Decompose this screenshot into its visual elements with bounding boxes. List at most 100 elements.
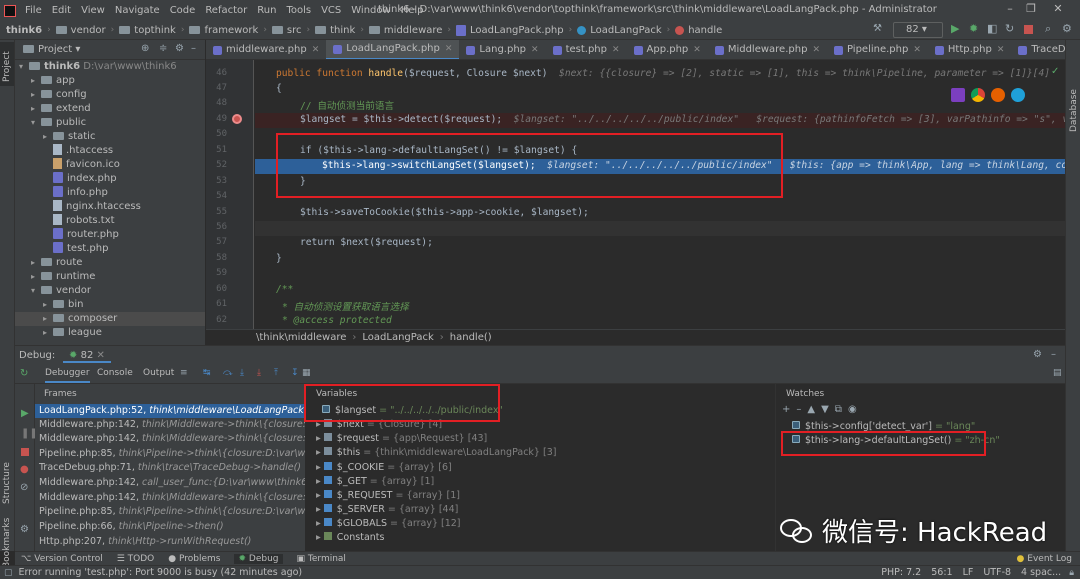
- variable-row[interactable]: ▸ $_REQUEST = {array} [1]: [316, 489, 460, 503]
- step-over-icon[interactable]: ⤼: [223, 368, 233, 378]
- mute-breakpoints-icon[interactable]: ⊘: [20, 482, 28, 493]
- tool-todo[interactable]: ☰ TODO: [117, 554, 155, 564]
- frame-row[interactable]: Middleware.php:142, call_user_func:{D:\v…: [39, 476, 305, 490]
- gear-icon[interactable]: ⚙: [175, 43, 184, 54]
- tree-item[interactable]: ▾ vendor: [31, 284, 91, 298]
- restore-layout-icon[interactable]: ▤: [1053, 368, 1062, 378]
- nav-crumb-topthink[interactable]: topthink: [134, 25, 176, 36]
- nav-crumb-think[interactable]: think: [330, 25, 355, 36]
- menu-navigate[interactable]: Navigate: [110, 5, 165, 16]
- tree-item[interactable]: ▸ static: [43, 130, 95, 144]
- tree-item[interactable]: nginx.htaccess: [53, 200, 141, 214]
- variable-row[interactable]: ▸ $_GET = {array} [1]: [316, 475, 434, 489]
- frame-row[interactable]: Pipeline.php:66, think\Pipeline->then(): [39, 520, 224, 534]
- tree-item[interactable]: info.php: [53, 186, 108, 200]
- nav-crumb-root[interactable]: think6: [6, 25, 42, 36]
- status-icon[interactable]: ▢: [4, 568, 13, 578]
- force-step-into-icon[interactable]: ⤓: [257, 368, 261, 378]
- nav-crumb-framework[interactable]: framework: [204, 25, 258, 36]
- layout-icon[interactable]: ≡: [180, 368, 188, 378]
- variable-row[interactable]: ▸ $request = {app\Request} [43]: [316, 432, 487, 446]
- move-down-icon[interactable]: ▼: [821, 404, 835, 415]
- debug-icon[interactable]: ✹: [969, 22, 978, 35]
- add-watch-icon[interactable]: +: [782, 404, 796, 415]
- hide-icon[interactable]: –: [1051, 349, 1056, 360]
- tree-item[interactable]: ▸ route: [31, 256, 82, 270]
- collapse-icon[interactable]: ≑: [159, 43, 167, 54]
- coverage-icon[interactable]: ◧: [987, 22, 997, 35]
- tab-tracedebug-php[interactable]: TraceDebug.php✕: [1011, 40, 1065, 59]
- tab-loadlangpack-php[interactable]: LoadLangPack.php ✕: [326, 40, 460, 59]
- stop-icon[interactable]: [1024, 25, 1033, 34]
- frame-row[interactable]: TraceDebug.php:71, think\trace\TraceDebu…: [39, 461, 301, 475]
- tool-event-log[interactable]: ● Event Log: [1017, 554, 1072, 564]
- variable-row[interactable]: ▸ $_SERVER = {array} [44]: [316, 503, 458, 517]
- nav-crumb-method[interactable]: handle: [688, 25, 722, 36]
- remove-watch-icon[interactable]: –: [796, 404, 807, 415]
- menu-refactor[interactable]: Refactor: [200, 5, 252, 16]
- tab-lang-php[interactable]: Lang.php ✕: [459, 40, 545, 59]
- profile-icon[interactable]: ↻: [1005, 22, 1014, 35]
- debug-session-tab[interactable]: ✹ 82 ✕: [63, 350, 111, 363]
- tree-item[interactable]: ▸ bin: [43, 298, 83, 312]
- tree-item[interactable]: ▸ extend: [31, 102, 91, 116]
- status-indent[interactable]: 4 spac...: [1021, 567, 1061, 578]
- nav-crumb-middleware[interactable]: middleware: [384, 25, 443, 36]
- editor-gutter[interactable]: 46 47 48 49 50 51 52 53 54 55 56 57 58 5…: [206, 60, 254, 329]
- hide-icon[interactable]: –: [191, 43, 196, 54]
- run-icon[interactable]: ▶: [951, 22, 959, 35]
- step-out-icon[interactable]: ⤒: [274, 368, 278, 378]
- nav-crumb-class[interactable]: LoadLangPack: [590, 25, 661, 36]
- run-to-cursor-icon[interactable]: ↧: [291, 368, 299, 378]
- tree-item[interactable]: favicon.ico: [53, 158, 120, 172]
- status-php-version[interactable]: PHP: 7.2: [881, 567, 921, 578]
- tab-output[interactable]: Output: [143, 368, 174, 378]
- tab-middleware-class-php[interactable]: Middleware.php ✕: [708, 40, 827, 59]
- status-encoding[interactable]: UTF-8: [983, 567, 1011, 578]
- tool-problems[interactable]: ● Problems: [168, 554, 220, 564]
- show-execution-point-icon[interactable]: ↹: [203, 368, 211, 378]
- nav-crumb-file[interactable]: LoadLangPack.php: [470, 25, 564, 36]
- stripe-database[interactable]: Database: [1069, 89, 1079, 132]
- tree-item[interactable]: ▸ config: [31, 88, 87, 102]
- menu-code[interactable]: Code: [165, 5, 201, 16]
- tree-item[interactable]: index.php: [53, 172, 117, 186]
- frame-row[interactable]: Middleware.php:142, think\Middleware->th…: [39, 491, 305, 505]
- editor-crumb-method[interactable]: handle(): [450, 332, 492, 343]
- tree-item[interactable]: robots.txt: [53, 214, 115, 228]
- breakpoint-icon[interactable]: [232, 114, 242, 124]
- tree-item[interactable]: .htaccess: [53, 144, 113, 158]
- tree-item[interactable]: ▾ public: [31, 116, 86, 130]
- evaluate-icon[interactable]: ▦: [302, 368, 311, 378]
- variable-row[interactable]: ▸ $_COOKIE = {array} [6]: [316, 461, 452, 475]
- chrome-icon[interactable]: [971, 88, 985, 102]
- close-window-button[interactable]: ✕: [1049, 2, 1067, 18]
- status-caret-position[interactable]: 56:1: [931, 567, 952, 578]
- lock-icon[interactable]: 🔒︎: [1069, 568, 1074, 578]
- tool-debug[interactable]: ✹ Debug: [234, 553, 283, 564]
- tab-debugger[interactable]: Debugger: [45, 368, 90, 383]
- frame-row[interactable]: Middleware.php:142, think\Middleware->th…: [39, 418, 305, 432]
- tool-version-control[interactable]: ⌥ Version Control: [21, 554, 103, 564]
- nav-crumb-vendor[interactable]: vendor: [71, 25, 106, 36]
- maximize-button[interactable]: ❐: [1022, 2, 1040, 18]
- settings-icon[interactable]: ⚙: [1062, 22, 1072, 35]
- edge-icon[interactable]: [1011, 88, 1025, 102]
- stop-debug-icon[interactable]: [21, 448, 29, 456]
- tool-terminal[interactable]: ▣ Terminal: [297, 554, 346, 564]
- view-breakpoints-icon[interactable]: ●: [20, 464, 29, 475]
- editor-crumb-class[interactable]: LoadLangPack: [362, 332, 433, 343]
- stripe-bookmarks[interactable]: Bookmarks: [2, 518, 12, 568]
- project-view-select[interactable]: Project ▾: [23, 44, 80, 55]
- frame-row[interactable]: Pipeline.php:85, think\Pipeline->think\{…: [39, 505, 305, 519]
- menu-tools[interactable]: Tools: [281, 5, 316, 16]
- frame-row[interactable]: Middleware.php:142, think\Middleware->th…: [39, 432, 305, 446]
- status-line-separator[interactable]: LF: [963, 567, 974, 578]
- nav-crumb-src[interactable]: src: [287, 25, 302, 36]
- tree-item[interactable]: ▸ runtime: [31, 270, 95, 284]
- phpstorm-icon[interactable]: [951, 88, 965, 102]
- search-icon[interactable]: ⌕: [1045, 22, 1051, 36]
- frame-row[interactable]: Pipeline.php:85, think\Pipeline->think\{…: [39, 447, 305, 461]
- tab-middleware-php[interactable]: middleware.php ✕: [206, 40, 326, 59]
- stripe-structure[interactable]: Structure: [2, 462, 12, 504]
